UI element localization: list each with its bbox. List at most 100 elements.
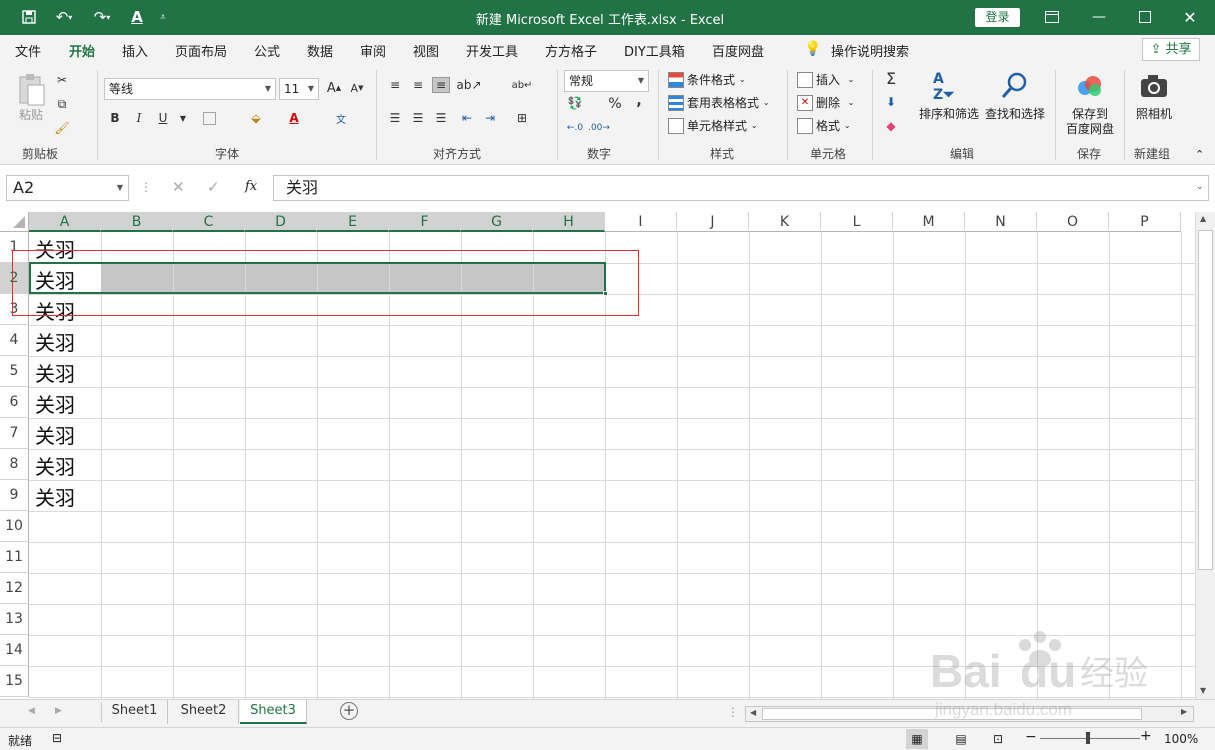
cell-a8[interactable]: 关羽 bbox=[35, 451, 75, 480]
baidu-cloud-icon[interactable] bbox=[1075, 73, 1105, 99]
vertical-scroll-thumb[interactable] bbox=[1198, 230, 1213, 570]
tab-review[interactable]: 审阅 bbox=[360, 41, 386, 60]
camera-button[interactable]: 照相机 bbox=[1136, 105, 1172, 122]
page-break-view-icon[interactable]: ⊡ bbox=[987, 729, 1009, 749]
column-header-a[interactable]: A bbox=[29, 212, 101, 232]
tab-fangfang[interactable]: 方方格子 bbox=[545, 41, 597, 60]
align-left-icon[interactable]: ☰ bbox=[386, 110, 404, 126]
align-right-icon[interactable]: ☰ bbox=[432, 110, 450, 126]
tab-developer[interactable]: 开发工具 bbox=[466, 41, 518, 60]
cell-a4[interactable]: 关羽 bbox=[35, 327, 75, 356]
column-header-b[interactable]: B bbox=[101, 212, 173, 232]
row-header-13[interactable]: 13 bbox=[0, 604, 29, 635]
row-header-4[interactable]: 4 bbox=[0, 325, 29, 356]
increase-font-icon[interactable]: A ▲ bbox=[325, 80, 343, 96]
prev-sheet-icon[interactable]: ◀ bbox=[28, 706, 35, 716]
orientation-icon[interactable]: ab↗ bbox=[456, 77, 481, 93]
row-header-10[interactable]: 10 bbox=[0, 511, 29, 542]
font-name-select[interactable]: 等线 ▼ bbox=[104, 78, 276, 100]
column-header-i[interactable]: I bbox=[605, 212, 677, 232]
vertical-scrollbar[interactable]: ▲ ▼ bbox=[1195, 212, 1215, 699]
cut-icon[interactable]: ✂ bbox=[53, 72, 71, 88]
splitter-icon[interactable]: ⋮ bbox=[727, 705, 739, 719]
underline-button[interactable]: U bbox=[154, 110, 172, 126]
column-header-g[interactable]: G bbox=[461, 212, 533, 232]
zoom-level[interactable]: 100% bbox=[1164, 732, 1198, 746]
sheet-tab-sheet3[interactable]: Sheet3 bbox=[240, 700, 307, 724]
scroll-down-icon[interactable]: ▼ bbox=[1200, 686, 1206, 695]
italic-button[interactable]: I bbox=[130, 110, 148, 126]
fill-color-icon[interactable]: ⬙ bbox=[247, 110, 265, 126]
align-center-icon[interactable]: ☰ bbox=[409, 110, 427, 126]
save-icon[interactable] bbox=[18, 7, 40, 27]
customize-qat-icon[interactable]: ⩡ bbox=[155, 7, 171, 27]
add-sheet-icon[interactable]: + bbox=[340, 702, 358, 720]
autosum-icon[interactable]: Σ bbox=[882, 69, 900, 88]
column-header-n[interactable]: N bbox=[965, 212, 1037, 232]
copy-icon[interactable]: ⧉ bbox=[53, 96, 71, 112]
name-box[interactable]: A2 ▼ bbox=[6, 175, 129, 201]
conditional-format-button[interactable]: 条件格式 ⌄ bbox=[668, 71, 746, 88]
close-icon[interactable]: ✕ bbox=[1178, 6, 1202, 28]
column-header-e[interactable]: E bbox=[317, 212, 389, 232]
number-format-select[interactable]: 常规 ▼ bbox=[564, 70, 649, 92]
row-header-12[interactable]: 12 bbox=[0, 573, 29, 604]
row-header-14[interactable]: 14 bbox=[0, 635, 29, 666]
cell-a7[interactable]: 关羽 bbox=[35, 420, 75, 449]
increase-indent-icon[interactable]: ⇥ bbox=[481, 110, 499, 126]
row-header-11[interactable]: 11 bbox=[0, 542, 29, 573]
align-bottom-icon[interactable]: ≡ bbox=[432, 77, 450, 93]
tab-page-layout[interactable]: 页面布局 bbox=[175, 41, 227, 60]
column-header-m[interactable]: M bbox=[893, 212, 965, 232]
column-header-j[interactable]: J bbox=[677, 212, 749, 232]
insert-function-icon[interactable]: fx bbox=[245, 179, 257, 194]
next-sheet-icon[interactable]: ▶ bbox=[55, 706, 62, 716]
tab-data[interactable]: 数据 bbox=[307, 41, 333, 60]
select-all-corner[interactable] bbox=[0, 212, 29, 232]
minimize-icon[interactable]: — bbox=[1087, 6, 1111, 28]
font-color-quick-icon[interactable]: A bbox=[126, 7, 148, 27]
macro-record-icon[interactable]: ⊟ bbox=[52, 731, 62, 745]
sheet-tab-sheet2[interactable]: Sheet2 bbox=[169, 700, 239, 724]
border-icon[interactable] bbox=[200, 110, 218, 126]
accounting-format-icon[interactable]: 💱 bbox=[566, 95, 584, 111]
cell-styles-button[interactable]: 单元格样式 ⌄ bbox=[668, 117, 758, 134]
column-header-k[interactable]: K bbox=[749, 212, 821, 232]
align-top-icon[interactable]: ≡ bbox=[386, 77, 404, 93]
save-to-button-line2[interactable]: 百度网盘 bbox=[1066, 120, 1114, 137]
format-painter-icon[interactable]: 🖌 bbox=[53, 120, 71, 136]
column-header-c[interactable]: C bbox=[173, 212, 245, 232]
tab-view[interactable]: 视图 bbox=[413, 41, 439, 60]
format-as-table-button[interactable]: 套用表格格式 ⌄ bbox=[668, 94, 770, 111]
phonetic-guide-icon[interactable]: 文 bbox=[332, 110, 350, 126]
bold-button[interactable]: B bbox=[106, 110, 124, 126]
zoom-in-icon[interactable]: + bbox=[1140, 728, 1152, 744]
spreadsheet-grid[interactable]: ABCDEFGHIJKLMNOP 1 2 3 4 5 6 7 8 9 10 11 12 13 14 15 关… bbox=[0, 212, 1195, 699]
delete-cells-button[interactable]: ✕ 删除 ⌄ bbox=[797, 94, 854, 111]
decrease-font-icon[interactable]: A ▼ bbox=[348, 80, 366, 96]
tell-me-search[interactable]: 操作说明搜索 bbox=[831, 41, 909, 60]
format-cells-button[interactable]: 格式 ⌄ bbox=[797, 117, 851, 134]
login-button[interactable]: 登录 bbox=[975, 8, 1020, 27]
tab-diy-toolbox[interactable]: DIY工具箱 bbox=[624, 41, 685, 60]
sort-filter-icon[interactable]: A Z⏷ bbox=[933, 71, 965, 103]
formula-input[interactable]: 关羽 bbox=[273, 175, 1209, 201]
normal-view-icon[interactable]: ▦ bbox=[906, 729, 928, 749]
collapse-ribbon-icon[interactable]: ⌃ bbox=[1195, 148, 1204, 161]
column-header-d[interactable]: D bbox=[245, 212, 317, 232]
decrease-decimal-icon[interactable]: .00→ bbox=[588, 120, 610, 136]
page-layout-view-icon[interactable]: ▤ bbox=[950, 729, 972, 749]
fill-icon[interactable]: ⬇ bbox=[882, 94, 900, 110]
row-header-6[interactable]: 6 bbox=[0, 387, 29, 418]
row-header-8[interactable]: 8 bbox=[0, 449, 29, 480]
merge-center-icon[interactable]: ⊞ bbox=[513, 110, 531, 126]
cell-a5[interactable]: 关羽 bbox=[35, 358, 75, 387]
find-select-button[interactable]: 查找和选择 bbox=[985, 105, 1045, 122]
cancel-entry-icon[interactable]: ✕ bbox=[172, 178, 185, 196]
row-header-9[interactable]: 9 bbox=[0, 480, 29, 511]
sheet-tab-sheet1[interactable]: Sheet1 bbox=[102, 700, 168, 724]
scroll-left-icon[interactable]: ◀ bbox=[750, 708, 756, 717]
zoom-slider[interactable] bbox=[1040, 738, 1140, 739]
column-header-p[interactable]: P bbox=[1109, 212, 1181, 232]
decrease-indent-icon[interactable]: ⇤ bbox=[458, 110, 476, 126]
